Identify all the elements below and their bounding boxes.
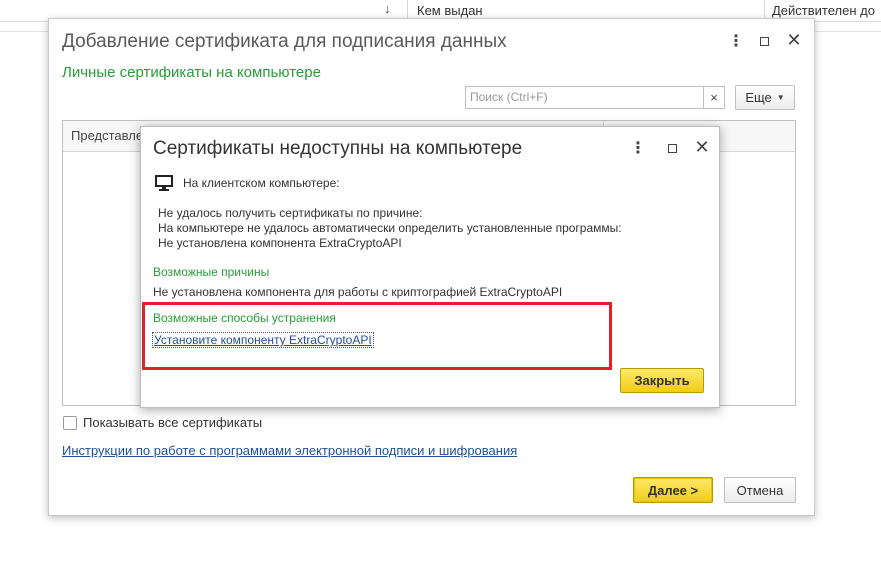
dialog-title: Добавление сертификата для подписания да… [62,31,507,52]
close-button[interactable]: Закрыть [620,368,704,393]
reason-line: Не установлена компонента ExtraCryptoAPI [158,236,402,250]
column-header-issued-by[interactable]: Кем выдан [417,3,483,18]
possible-causes-heading: Возможные причины [153,265,270,279]
failure-reason: Не удалось получить сертификаты по причи… [158,206,622,251]
fixes-heading: Возможные способы устранения [153,311,336,325]
maximize-icon[interactable] [754,31,774,51]
certificates-unavailable-dialog: Сертификаты недоступны на компьютере ⋮ ✕… [140,126,720,408]
column-header-valid-until[interactable]: Действителен до [772,3,875,18]
reason-line: На компьютере не удалось автоматически о… [158,221,622,235]
cancel-button[interactable]: Отмена [724,477,796,503]
client-computer-row: На клиентском компьютере: [155,175,340,191]
show-all-checkbox[interactable] [63,415,77,430]
more-actions-icon[interactable]: ⋮ [628,138,648,158]
personal-certificates-heading: Личные сертификаты на компьютере [62,64,321,81]
next-button[interactable]: Далее > [633,477,713,503]
instructions-link[interactable]: Инструкции по работе с программами элект… [62,443,517,458]
chevron-down-icon: ▼ [776,93,785,102]
sort-arrow-icon[interactable]: ↓ [384,1,391,16]
show-all-certificates-row[interactable]: Показывать все сертификаты [63,415,262,430]
more-button-label: Еще [745,90,772,105]
maximize-icon[interactable] [662,138,682,158]
show-all-label[interactable]: Показывать все сертификаты [83,415,262,430]
search-clear-icon[interactable]: × [703,86,725,109]
install-component-link[interactable]: Установите компоненту ExtraCryptoAPI [152,332,374,348]
column-header-presentation[interactable]: Представле [71,128,143,143]
possible-cause-text: Не установлена компонента для работы с к… [153,285,563,299]
close-icon[interactable]: ✕ [692,137,712,157]
more-button[interactable]: Еще ▼ [735,85,795,110]
close-icon[interactable]: ✕ [784,30,804,50]
client-computer-label: На клиентском компьютере: [183,176,340,190]
more-actions-icon[interactable]: ⋮ [726,31,746,51]
reason-line: Не удалось получить сертификаты по причи… [158,206,423,220]
monitor-icon [155,175,173,191]
inner-dialog-title: Сертификаты недоступны на компьютере [153,138,523,159]
search-input[interactable]: Поиск (Ctrl+F) [465,86,725,109]
